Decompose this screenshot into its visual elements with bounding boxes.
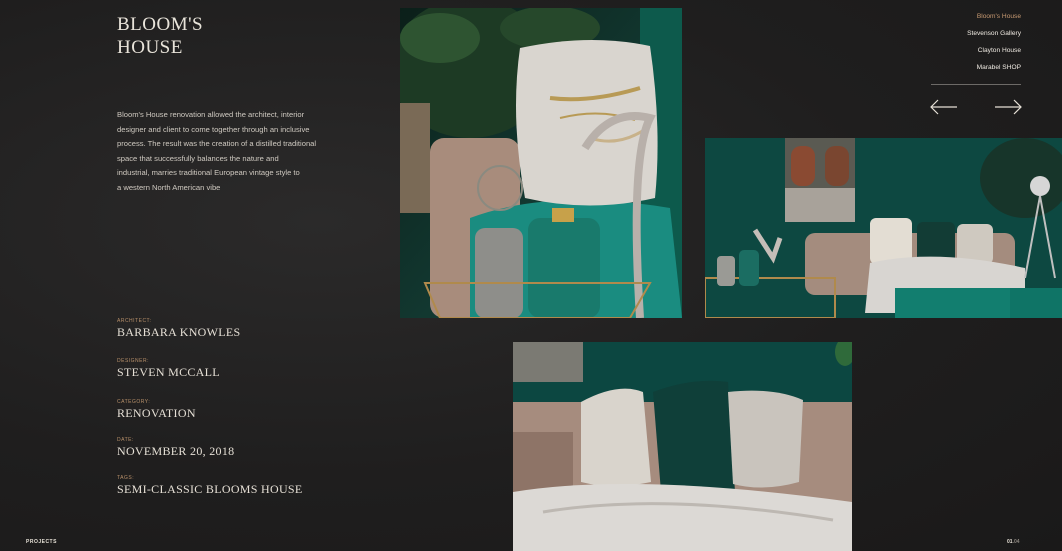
meta-tags: TAGS: SEMI-CLASSIC BLOOMS HOUSE	[117, 475, 303, 497]
description-line: industrial, marries traditional European…	[117, 168, 300, 178]
description-line: a western North American vibe	[117, 182, 221, 192]
gallery-photo-sofa-pillows[interactable]	[513, 342, 852, 551]
description-line: designer and client to come together thr…	[117, 124, 310, 134]
page-total: 04	[1013, 539, 1020, 545]
project-description: Bloom's House renovation allowed the arc…	[117, 108, 342, 196]
gallery-photo-pillow-closeup[interactable]	[400, 8, 682, 318]
description-line: space that successfully balances the nat…	[117, 153, 279, 163]
description-line: Bloom's House renovation allowed the arc…	[117, 110, 305, 119]
nav-item-blooms-house[interactable]: Bloom's House	[967, 8, 1021, 25]
pillow-closeup-illustration	[400, 8, 682, 318]
nav-item-clayton-house[interactable]: Clayton House	[967, 42, 1021, 59]
nav-item-stevenson-gallery[interactable]: Stevenson Gallery	[967, 25, 1021, 42]
arrow-right-icon	[995, 99, 1022, 115]
project-title-line-2: HOUSE	[117, 37, 183, 58]
description-line: process. The result was the creation of …	[117, 139, 317, 149]
meta-architect: ARCHITECT: BARBARA KNOWLES	[117, 318, 241, 340]
meta-label: CATEGORY:	[117, 399, 151, 405]
project-title: BLOOM'S HOUSE	[117, 13, 203, 59]
meta-designer: DESIGNER: STEVEN MCCALL	[117, 358, 220, 380]
meta-value: RENOVATION	[117, 406, 196, 420]
meta-date: DATE: NOVEMBER 20, 2018	[117, 437, 234, 459]
arrow-left-icon	[930, 99, 957, 115]
meta-label: ARCHITECT:	[117, 318, 152, 324]
meta-label: DESIGNER:	[117, 358, 150, 364]
meta-value: STEVEN MCCALL	[117, 365, 220, 379]
sofa-pillows-illustration	[513, 342, 852, 551]
meta-value: NOVEMBER 20, 2018	[117, 444, 235, 458]
meta-label: TAGS:	[117, 475, 135, 481]
gallery-photo-living-room[interactable]	[705, 138, 1062, 318]
footer-section-label[interactable]: PROJECTS	[26, 539, 57, 545]
project-title-line-1: BLOOM'S	[117, 14, 204, 35]
meta-category: CATEGORY: RENOVATION	[117, 399, 196, 421]
nav-divider	[931, 84, 1021, 85]
prev-project-button[interactable]	[930, 98, 958, 116]
meta-value: SEMI-CLASSIC BLOOMS HOUSE	[117, 482, 303, 496]
next-project-button[interactable]	[994, 98, 1022, 116]
living-room-illustration	[705, 138, 1062, 318]
page-counter: 01.04	[1007, 539, 1020, 545]
meta-label: DATE:	[117, 437, 134, 443]
meta-value: BARBARA KNOWLES	[117, 325, 241, 339]
project-nav: Bloom's House Stevenson Gallery Clayton …	[967, 8, 1021, 76]
nav-item-marabel-shop[interactable]: Marabel SHOP	[967, 59, 1021, 76]
